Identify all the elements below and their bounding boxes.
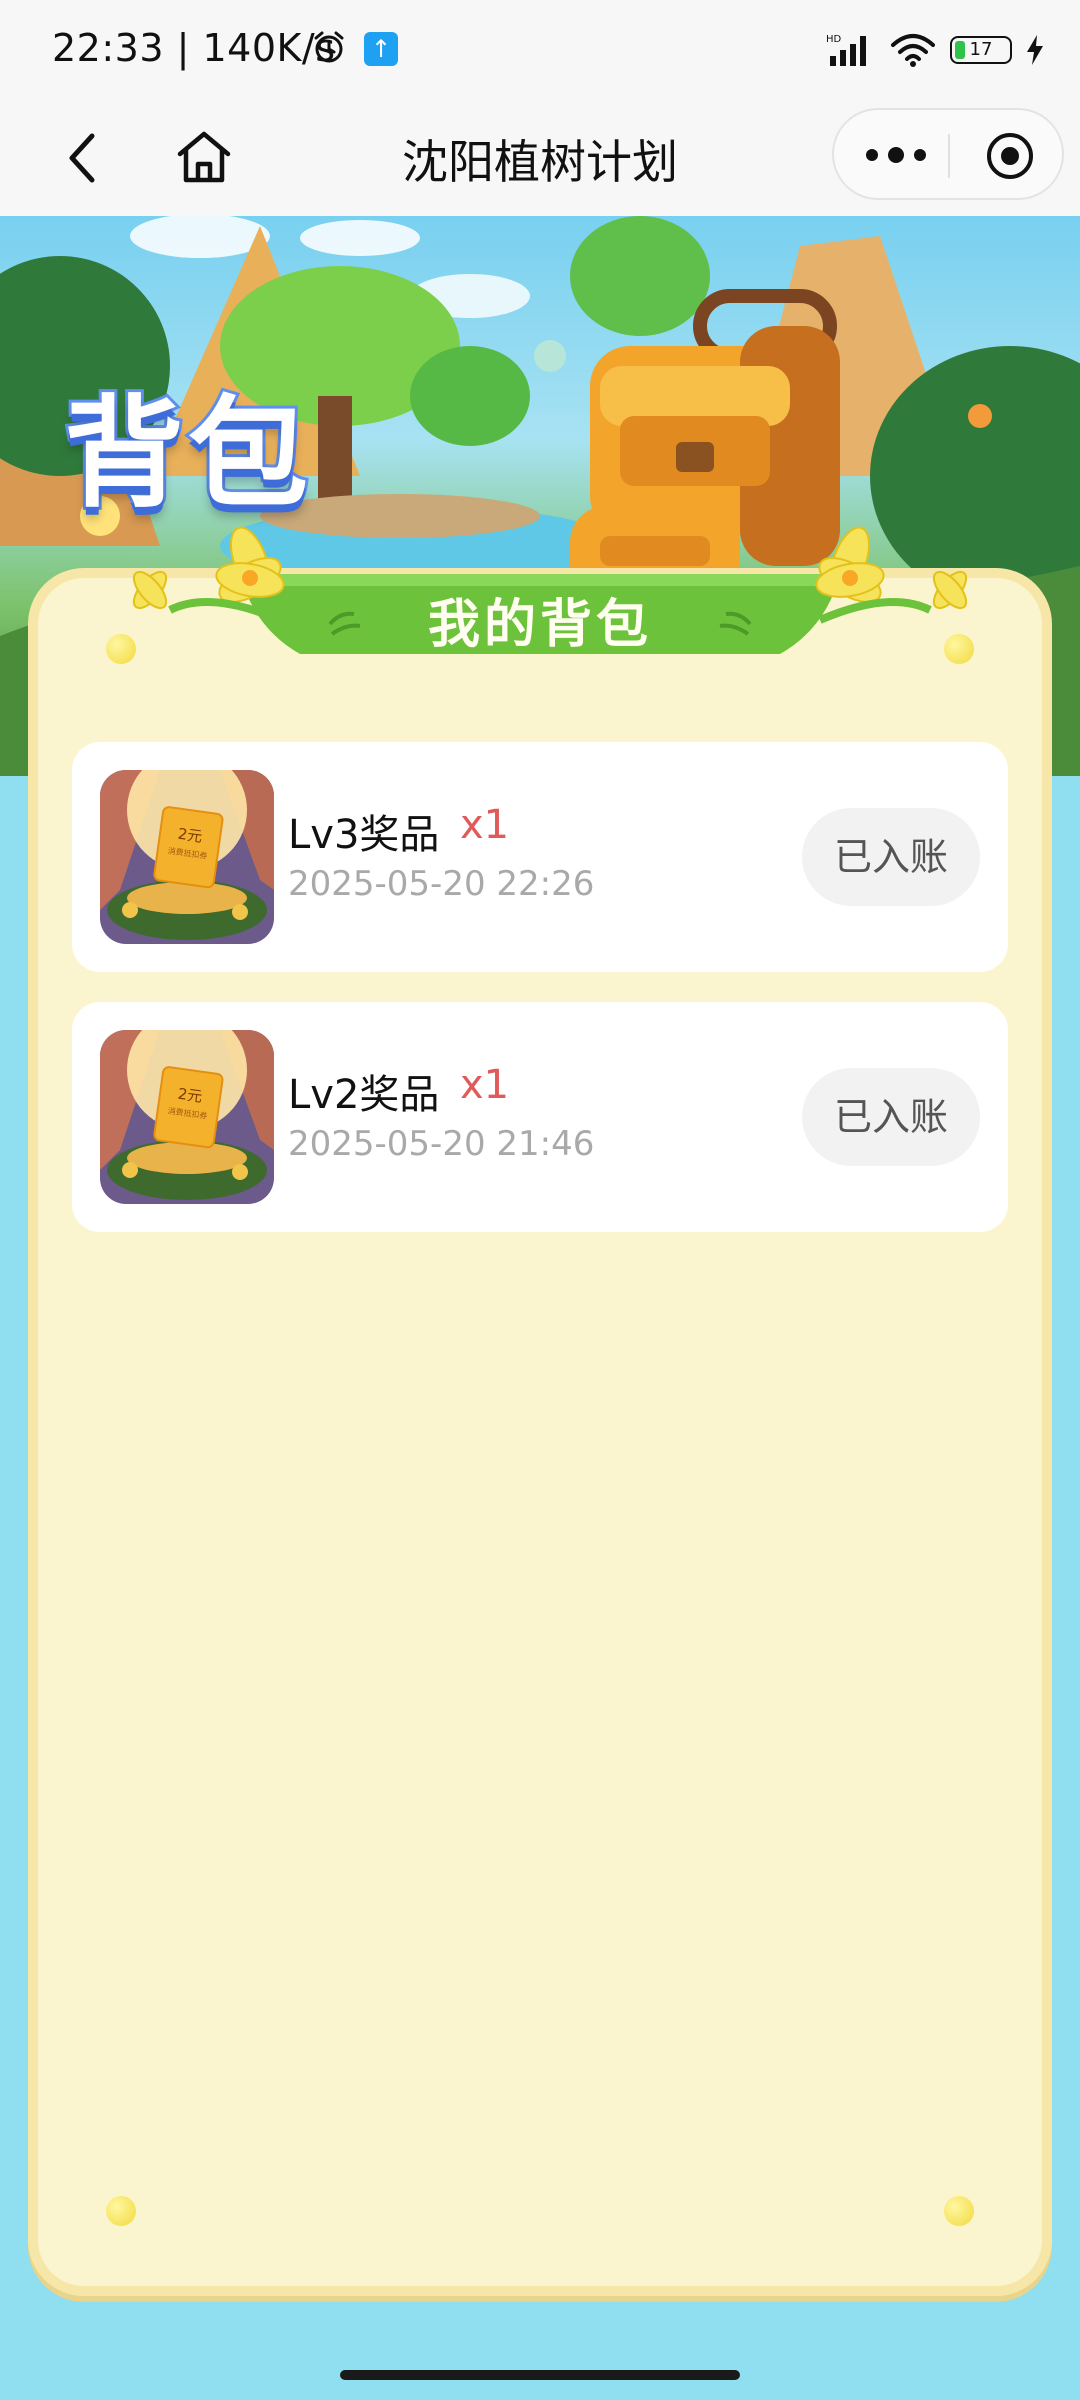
nav-bar: 沈阳植树计划 [0, 100, 1080, 216]
prize-thumbnail: 2元 消费抵扣券 [100, 770, 274, 944]
list-item: 2元 消费抵扣券 Lv3奖品 x1 2025-05-20 22:26 已入账 [72, 742, 1008, 972]
inventory-list: 2元 消费抵扣券 Lv3奖品 x1 2025-05-20 22:26 已入账 2… [72, 742, 1008, 1262]
battery-icon: 17 [950, 36, 1012, 64]
decor-dot [944, 2196, 974, 2226]
credited-button[interactable]: 已入账 [802, 808, 980, 906]
svg-text:2元: 2元 [177, 1085, 204, 1106]
item-timestamp: 2025-05-20 22:26 [288, 864, 595, 904]
item-name: Lv3奖品 [288, 812, 440, 858]
item-quantity: x1 [460, 802, 510, 848]
svg-text:HD: HD [826, 34, 842, 45]
item-name: Lv2奖品 [288, 1072, 440, 1118]
hero-title: 背包 [61, 382, 312, 527]
item-quantity: x1 [460, 1062, 510, 1108]
capsule-divider [948, 134, 950, 178]
battery-level: 17 [969, 39, 993, 60]
charging-icon [1027, 35, 1043, 65]
status-time: 22:33 | 140K/s [52, 26, 336, 70]
upload-icon: ↑ [364, 32, 398, 66]
wifi-icon [891, 34, 935, 67]
coupon-image: 2元 消费抵扣券 [100, 770, 274, 944]
mini-program-capsule [832, 108, 1064, 200]
signal-icon: HD [826, 34, 866, 66]
credited-button[interactable]: 已入账 [802, 1068, 980, 1166]
alarm-icon [314, 31, 344, 63]
status-bar: 22:33 | 140K/s ↑ HD 17 [0, 0, 1080, 100]
prize-thumbnail: 2元 消费抵扣券 [100, 1030, 274, 1204]
home-indicator[interactable] [340, 2370, 740, 2380]
list-item: 2元 消费抵扣券 Lv2奖品 x1 2025-05-20 21:46 已入账 [72, 1002, 1008, 1232]
close-circle-icon[interactable] [984, 130, 1036, 182]
more-icon[interactable] [864, 146, 928, 164]
decor-dot [106, 2196, 136, 2226]
flower-right-icon [815, 526, 968, 624]
battery-fill [955, 41, 965, 59]
flower-left-icon [132, 526, 285, 624]
svg-text:2元: 2元 [177, 825, 204, 846]
item-timestamp: 2025-05-20 21:46 [288, 1124, 595, 1164]
status-indicators: HD 17 [826, 28, 1044, 72]
coupon-image: 2元 消费抵扣券 [100, 1030, 274, 1204]
